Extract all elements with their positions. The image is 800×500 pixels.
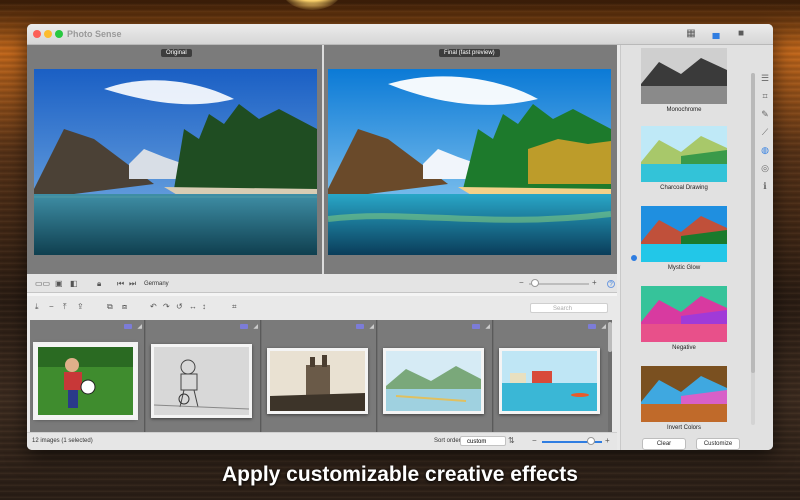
close-button[interactable] [33,30,41,38]
grid-cell[interactable]: ◢ [494,320,608,432]
effects-icon[interactable]: ◍ [759,145,771,163]
thumbnail-castle[interactable] [267,348,368,414]
tool-sidebar: ☰ ⌗ ✎ ⟋ ◍ ◎ ℹ [759,73,771,199]
minimize-button[interactable] [44,30,52,38]
image-count: 12 images (1 selected) [32,438,93,444]
grid-cell[interactable]: ◢ [146,320,261,432]
effect-label: Monochrome [666,107,702,113]
final-label: Final (fast preview) [439,49,500,57]
effect-label: Invert Colors [666,425,701,431]
effects-scroll-thumb[interactable] [751,73,755,373]
original-label: Original [161,49,192,57]
image-grid: ◢ ◢ ◢ ◢ ◢ [30,320,612,432]
effect-negative[interactable]: Negative [641,286,727,351]
preview-toolbar: ▭▭ ▣ ◧ 🔒︎ ⏮ ⏭ Germany − + ? [27,274,617,294]
browser-toolbar: ⤓ − ⤒ ⇪ ⧉ ⧈ ↶ ↷ ↺ ↔ ↕ ⌗ [27,296,617,318]
grid-cell[interactable]: ◢ [378,320,493,432]
next-image-icon[interactable]: ⏭ [129,279,136,289]
zoom-slider-knob[interactable] [531,279,539,287]
grid-cell[interactable]: ◢ [262,320,377,432]
promo-caption: Apply customizable creative effects [222,463,578,486]
clear-button[interactable]: Clear [642,438,686,450]
window-title: Photo Sense [67,29,122,39]
thumb-size-knob[interactable] [587,437,595,445]
edited-badge [124,324,132,329]
location-label: Germany [144,281,169,287]
flip-vertical-icon[interactable]: ↕ [202,302,206,311]
effect-label: Negative [672,345,696,351]
flag-icon: ◢ [601,324,606,330]
info-icon[interactable]: ℹ [759,181,771,199]
export-all-icon[interactable]: ⇪ [77,302,84,311]
export-icon[interactable]: ⤒ [63,302,67,312]
zoom-out-icon[interactable]: − [519,278,524,287]
edited-badge [588,324,596,329]
effect-label: Charcoal Drawing [660,185,708,191]
thumbnail-sketch[interactable] [151,344,252,418]
flip-horizontal-icon[interactable]: ↔ [189,302,197,311]
lock-icon[interactable]: 🔒︎ [97,279,101,289]
effect-charcoal-drawing[interactable]: Charcoal Drawing [641,126,727,191]
effect-mystic-glow[interactable]: Mystic Glow [641,206,727,271]
crop-icon[interactable]: ⌗ [232,302,237,312]
pane-divider[interactable] [322,45,324,290]
sort-label: Sort order: [434,438,463,444]
remove-icon[interactable]: − [49,302,54,311]
search-input[interactable]: Search [530,303,608,313]
original-photo[interactable] [34,69,317,255]
zoom-button[interactable] [55,30,63,38]
preview-area: Original Final (fast preview) [27,45,617,290]
compare-mode-icon[interactable]: ▭▭ [35,279,50,288]
copy-icon[interactable]: ⧉ [107,302,113,312]
zoom-in-icon[interactable]: + [592,278,597,287]
flag-icon: ◢ [137,324,142,330]
brush-icon[interactable]: ✎ [759,109,771,127]
effect-monochrome[interactable]: Monochrome [641,48,727,113]
effect-label: Mystic Glow [667,265,701,271]
final-photo[interactable] [328,69,611,255]
thumb-smaller-icon[interactable]: − [532,436,537,445]
thumbnail-harbor[interactable] [499,348,600,414]
frame-icon[interactable]: ◎ [759,163,771,181]
import-icon[interactable]: ⤓ [35,302,39,312]
previous-image-icon[interactable]: ⏮ [117,279,124,289]
split-mode-icon[interactable]: ◧ [70,279,78,288]
edited-badge [240,324,248,329]
split-view-icon[interactable]: ▄ [710,28,722,39]
title-bar: Photo Sense ▦ ▄ ■ [27,24,773,45]
status-bar: 12 images (1 selected) Sort order: custo… [27,432,617,450]
adjust-icon[interactable]: ⟋ [759,127,771,145]
thumbnail-lake-watercolor[interactable] [383,348,484,414]
selected-effect-indicator [631,255,637,261]
help-button[interactable]: ? [607,280,615,288]
list-icon[interactable]: ☰ [759,73,771,91]
effects-panel: Monochrome Charcoal Drawing Mystic Glow … [620,45,773,450]
sort-select[interactable]: custom [460,436,506,446]
grid-scrollbar[interactable] [608,322,612,352]
customize-button[interactable]: Customize [696,438,740,450]
grid-view-icon[interactable]: ▦ [685,28,697,39]
rotate-right-icon[interactable]: ↷ [163,302,170,311]
effect-invert-colors[interactable]: Invert Colors [641,366,727,431]
grid-cell[interactable]: ◢ [30,320,145,432]
rotate-left-icon[interactable]: ↶ [150,302,157,311]
crop-tool-icon[interactable]: ⌗ [759,91,771,109]
rotate-free-icon[interactable]: ↺ [176,302,183,311]
thumbnail-soccer[interactable] [35,344,136,418]
thumb-larger-icon[interactable]: + [605,436,610,445]
sort-direction-icon[interactable]: ⇅ [508,436,515,445]
flag-icon: ◢ [485,324,490,330]
flag-icon: ◢ [253,324,258,330]
app-window: Photo Sense ▦ ▄ ■ Original Final (fast p… [27,24,773,450]
paste-icon[interactable]: ⧈ [122,302,127,312]
edited-badge [472,324,480,329]
edited-badge [356,324,364,329]
single-view-icon[interactable]: ■ [735,28,747,39]
flag-icon: ◢ [369,324,374,330]
single-mode-icon[interactable]: ▣ [55,279,63,288]
